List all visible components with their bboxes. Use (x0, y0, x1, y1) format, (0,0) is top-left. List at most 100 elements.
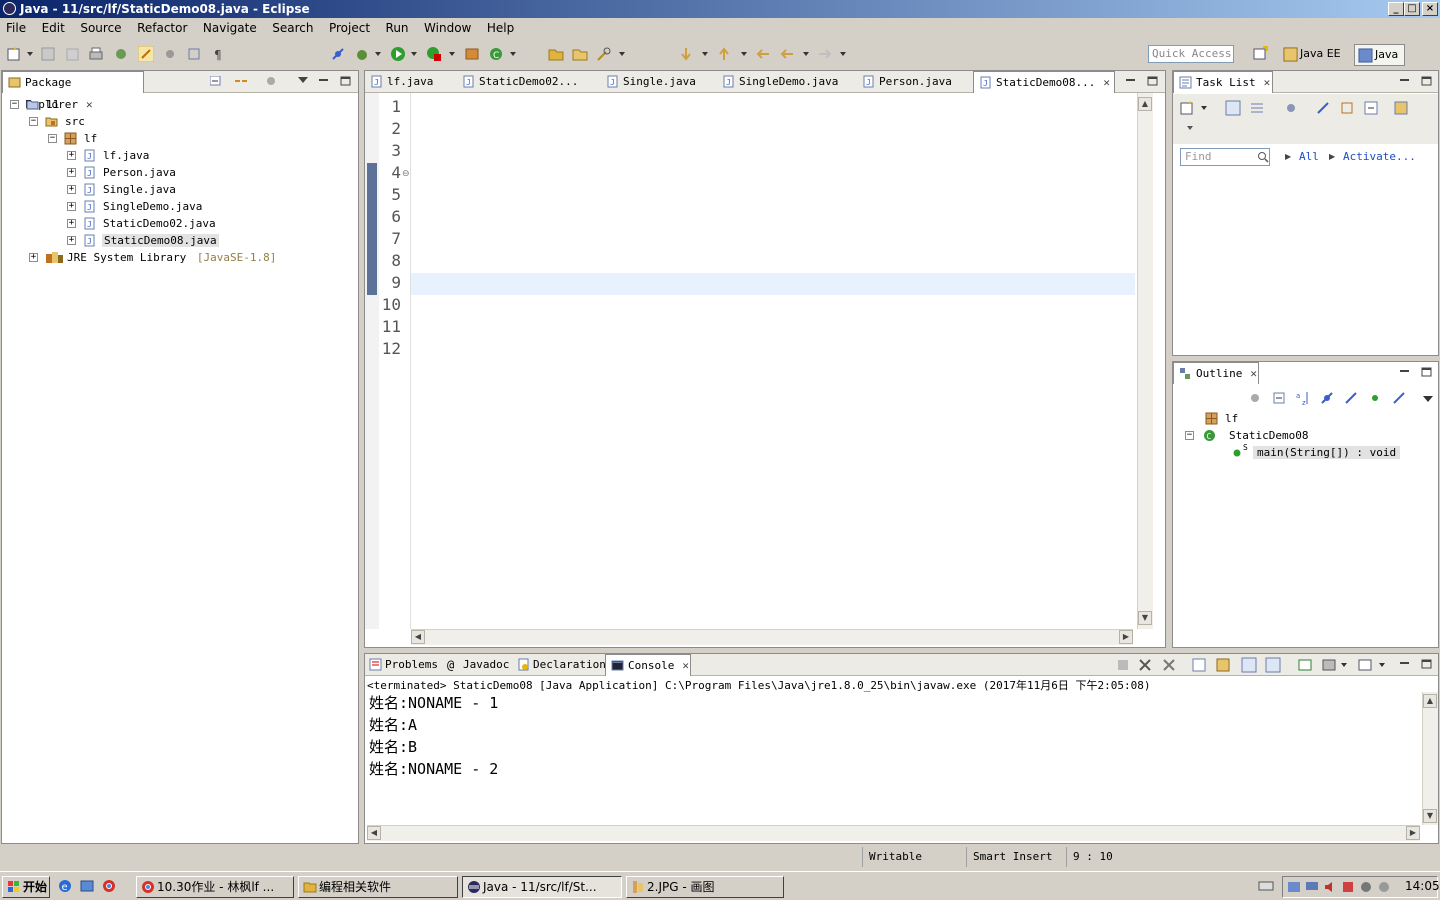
open-type-icon[interactable] (114, 46, 130, 62)
run-dropdown-icon[interactable] (411, 52, 417, 56)
open-console-dropdown-icon[interactable] (1379, 663, 1385, 667)
tray-app-icon[interactable] (1359, 880, 1373, 894)
tab-declaration[interactable]: Declaration (513, 654, 606, 676)
categorized-icon[interactable] (1225, 100, 1241, 116)
minimize-view-icon[interactable] (1399, 659, 1410, 669)
back-dropdown-icon[interactable] (803, 52, 809, 56)
editor-horizontal-scrollbar[interactable]: ◀ ▶ (411, 629, 1133, 645)
tray-update-icon[interactable] (1377, 880, 1391, 894)
minimize-view-icon[interactable] (1125, 76, 1136, 86)
taskbar-item-eclipse[interactable]: Java - 11/src/lf/St... (462, 876, 622, 898)
pin-console-icon[interactable] (1297, 657, 1313, 673)
link-with-editor-icon[interactable] (234, 75, 248, 87)
hide-completed-icon[interactable] (1283, 100, 1299, 116)
collapse-icon[interactable]: − (10, 100, 19, 109)
scroll-right-icon[interactable]: ▶ (1406, 826, 1420, 840)
menu-window[interactable]: Window (418, 18, 477, 38)
editor-tab-staticdemo02[interactable]: J StaticDemo02... (457, 71, 597, 93)
open-folder-icon[interactable] (548, 46, 564, 62)
expand-icon[interactable]: + (67, 168, 76, 177)
scroll-left-icon[interactable]: ◀ (367, 826, 381, 840)
menu-refactor[interactable]: Refactor (131, 18, 193, 38)
view-menu-icon[interactable] (298, 77, 308, 83)
focus-icon[interactable] (1247, 390, 1263, 406)
tree-item-file[interactable]: + J StaticDemo02.java (67, 215, 216, 232)
tree-item-file[interactable]: + J Person.java (67, 164, 176, 181)
skip-breakpoints-icon[interactable] (330, 46, 346, 62)
maximize-view-icon[interactable] (1421, 659, 1432, 669)
start-button[interactable]: 开始 (2, 876, 50, 898)
task-activate-link[interactable]: Activate... (1343, 150, 1416, 163)
explorer-icon[interactable] (80, 879, 94, 893)
hide-nonpublic-icon[interactable] (1367, 390, 1383, 406)
hide-fields-icon[interactable] (1319, 390, 1335, 406)
next-annotation-icon[interactable] (678, 46, 694, 62)
close-icon[interactable]: ✕ (1103, 76, 1110, 89)
editor-tab-lf[interactable]: J lf.java (365, 71, 455, 93)
scroll-lock-icon[interactable] (1215, 657, 1231, 673)
block-selection-icon[interactable] (186, 46, 202, 62)
new-task-icon[interactable] (1179, 100, 1195, 116)
task-filter-all-link[interactable]: All (1299, 150, 1319, 163)
new-task-dropdown-icon[interactable] (1201, 106, 1207, 110)
chrome-icon[interactable] (102, 879, 116, 893)
tree-item-src[interactable]: − src (29, 113, 85, 130)
focus-on-task-icon[interactable] (266, 76, 277, 86)
menu-project[interactable]: Project (323, 18, 376, 38)
tray-clock[interactable]: 14:05 (1405, 879, 1440, 893)
editor-tab-staticdemo08[interactable]: J StaticDemo08... ✕ (973, 71, 1115, 93)
expand-icon[interactable]: + (67, 219, 76, 228)
toggle-breadcrumb-icon[interactable] (162, 46, 178, 62)
new-class-icon[interactable]: C (488, 46, 504, 62)
menu-navigate[interactable]: Navigate (197, 18, 263, 38)
console-vertical-scrollbar[interactable]: ▲ ▼ (1422, 692, 1438, 825)
perspective-java[interactable]: Java (1354, 44, 1406, 66)
maximize-view-icon[interactable] (1421, 76, 1432, 86)
outline-view-menu-icon[interactable] (1423, 396, 1433, 402)
prev-annotation-dropdown-icon[interactable] (741, 52, 747, 56)
taskbar-item-folder[interactable]: 编程相关软件 (298, 876, 458, 898)
clear-console-icon[interactable] (1191, 657, 1207, 673)
tray-monitor-icon[interactable] (1305, 880, 1319, 894)
expand-icon[interactable]: + (67, 151, 76, 160)
tab-console[interactable]: Console ✕ (605, 654, 691, 676)
fold-icon[interactable]: ⊖ (402, 169, 410, 179)
outline-item-method[interactable]: S main(String[]) : void (1231, 443, 1401, 461)
taskbar-item-paint[interactable]: 2.JPG - 画图 (626, 876, 784, 898)
tab-package-explorer[interactable]: Package Explorer ✕ (2, 71, 144, 111)
new-package-icon[interactable] (464, 46, 480, 62)
display-console-dropdown-icon[interactable] (1341, 663, 1347, 667)
debug-dropdown-icon[interactable] (375, 52, 381, 56)
tree-item-jre-library[interactable]: + JRE System Library [JavaSE-1.8] (29, 249, 276, 266)
editor-tab-person[interactable]: J Person.java (857, 71, 973, 93)
scroll-left-icon[interactable]: ◀ (411, 630, 425, 644)
minimize-view-icon[interactable] (1399, 367, 1410, 377)
keyboard-icon[interactable] (1258, 880, 1274, 892)
quick-access-input[interactable]: Quick Access (1148, 45, 1234, 63)
toggle-mark-occurrences-icon[interactable] (138, 46, 154, 62)
synchronize-icon[interactable] (1339, 100, 1355, 116)
menu-help[interactable]: Help (481, 18, 520, 38)
search-dropdown-icon[interactable] (619, 52, 625, 56)
hide-static-icon[interactable] (1343, 390, 1359, 406)
save-icon[interactable] (40, 46, 56, 62)
expand-icon[interactable]: + (67, 202, 76, 211)
close-icon[interactable]: ✕ (1250, 367, 1257, 380)
show-on-stderr-icon[interactable] (1265, 657, 1281, 673)
collapse-all-icon[interactable] (210, 76, 221, 86)
menu-file[interactable]: File (0, 18, 32, 38)
menu-edit[interactable]: Edit (36, 18, 71, 38)
scroll-down-icon[interactable]: ▼ (1423, 809, 1437, 823)
tray-security-icon[interactable] (1341, 880, 1355, 894)
prev-annotation-icon[interactable] (716, 46, 732, 62)
outline-item-package[interactable]: lf (1193, 410, 1238, 427)
collapse-all-icon[interactable] (1271, 390, 1287, 406)
tree-item-package-lf[interactable]: − lf (48, 130, 97, 147)
minimize-view-icon[interactable] (318, 76, 329, 86)
open-perspective-icon[interactable] (1252, 46, 1268, 62)
close-button[interactable]: × (1422, 2, 1438, 16)
next-annotation-dropdown-icon[interactable] (702, 52, 708, 56)
scroll-down-icon[interactable]: ▼ (1138, 611, 1152, 625)
sort-icon[interactable]: az (1295, 390, 1311, 406)
maximize-button[interactable]: □ (1404, 2, 1420, 16)
